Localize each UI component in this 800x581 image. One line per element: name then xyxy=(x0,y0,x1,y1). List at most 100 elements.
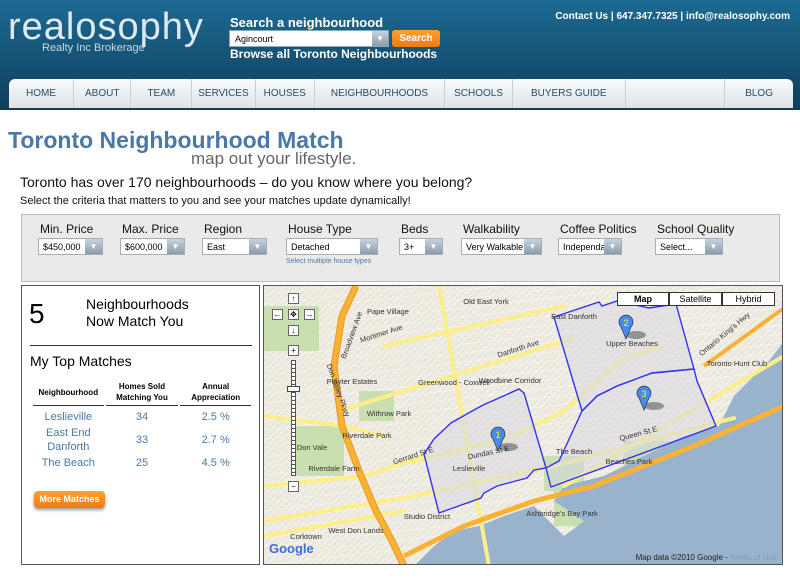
page-subtitle: map out your lifestyle. xyxy=(191,149,357,168)
map-label: Ashbridge's Bay Park xyxy=(526,509,598,518)
max-price-select[interactable]: $600,000 ▼ xyxy=(120,238,185,255)
nav-blog[interactable]: BLOG xyxy=(724,79,793,108)
search-label: Search a neighbourhood xyxy=(230,15,384,30)
column-header: Homes Sold Matching You xyxy=(105,380,179,406)
map-label: Woodbine Corridor xyxy=(479,376,542,385)
search-button[interactable]: Search xyxy=(392,30,440,47)
zoom-slider[interactable] xyxy=(291,360,296,476)
results-panel: 5 Neighbourhoods Now Match You My Top Mat… xyxy=(21,285,260,565)
map-label: Withrow Park xyxy=(367,409,412,418)
filter-walkability: Walkability Very Walkable ▼ xyxy=(461,222,542,255)
select-value: 3+ xyxy=(404,242,415,252)
map-canvas[interactable]: Old East YorkPape VillagePlayter Estates… xyxy=(264,286,783,565)
homes-sold: 34 xyxy=(135,411,149,423)
chevron-down-icon: ▼ xyxy=(167,239,184,254)
nav-schools[interactable]: SCHOOLS xyxy=(445,79,513,108)
pan-right-icon[interactable]: → xyxy=(304,309,315,320)
nav-home[interactable]: HOME xyxy=(9,79,74,108)
select-value: Select... xyxy=(660,242,693,252)
contact-info[interactable]: Contact Us | 647.347.7325 | info@realoso… xyxy=(555,11,790,22)
select-value: $450,000 xyxy=(43,242,81,252)
more-matches-button[interactable]: More Matches xyxy=(34,491,105,508)
filter-coffee-politics: Coffee Politics Independant ▼ xyxy=(558,222,636,255)
chevron-down-icon: ▼ xyxy=(425,239,442,254)
filter-label: Min. Price xyxy=(40,222,94,236)
pan-center-icon[interactable]: ✥ xyxy=(288,309,299,320)
map-type-hybrid[interactable]: Hybrid xyxy=(722,292,775,306)
appreciation: 4.5 % xyxy=(201,457,230,469)
attribution-text: Map data ©2010 Google - xyxy=(635,553,730,562)
neighbourhood-link[interactable]: East End Danforth xyxy=(33,425,104,455)
pan-left-icon[interactable]: ← xyxy=(272,309,283,320)
nav-about[interactable]: ABOUT xyxy=(74,79,132,108)
count-label-line: Now Match You xyxy=(86,313,184,329)
filter-beds: Beds 3+ ▼ xyxy=(399,222,443,255)
homes-sold: 25 xyxy=(135,457,149,469)
chevron-down-icon[interactable]: ▼ xyxy=(372,31,388,46)
terms-link[interactable]: Terms of Use xyxy=(730,553,777,562)
instruction: Select the criteria that matters to you … xyxy=(20,195,411,207)
beds-select[interactable]: 3+ ▼ xyxy=(399,238,443,255)
main-nav: HOME ABOUT TEAM SERVICES HOUSES NEIGHBOU… xyxy=(9,79,793,108)
map-label: Beaches Park xyxy=(606,457,653,466)
select-value: Very Walkable xyxy=(466,242,524,252)
chevron-down-icon: ▼ xyxy=(249,239,266,254)
browse-neighbourhoods-link[interactable]: Browse all Toronto Neighbourhoods xyxy=(230,47,437,61)
map-label: Leslieville xyxy=(453,464,486,473)
neighbourhood-link[interactable]: Leslieville xyxy=(33,406,104,425)
svg-text:2: 2 xyxy=(623,318,628,328)
svg-text:1: 1 xyxy=(495,430,500,440)
nav-buyers-guide[interactable]: BUYERS GUIDE xyxy=(513,79,626,108)
region-select[interactable]: East ▼ xyxy=(202,238,267,255)
table-row: Leslieville 34 2.5 % xyxy=(33,406,251,425)
map-label: Studio District xyxy=(404,512,451,521)
count-label-line: Neighbourhoods xyxy=(86,296,189,312)
map-label: Upper Beaches xyxy=(606,339,658,348)
intro-question: Toronto has over 170 neighbourhoods – do… xyxy=(20,174,473,190)
top-matches-title: My Top Matches xyxy=(30,353,132,369)
filter-label: Walkability xyxy=(463,222,520,236)
map-type-map[interactable]: Map xyxy=(617,292,669,306)
table-row: The Beach 25 4.5 % xyxy=(33,455,251,471)
match-count-label: Neighbourhoods Now Match You xyxy=(86,296,189,330)
map-label: Old East York xyxy=(463,297,509,306)
filter-label: House Type xyxy=(288,222,352,236)
map[interactable]: Old East York Pape Village Playter Estates… xyxy=(263,285,783,565)
filter-region: Region East ▼ xyxy=(202,222,267,255)
svg-text:3: 3 xyxy=(641,389,646,399)
map-label: Toronto Hunt Club xyxy=(707,359,767,368)
filter-max-price: Max. Price $600,000 ▼ xyxy=(120,222,185,255)
min-price-select[interactable]: $450,000 ▼ xyxy=(38,238,103,255)
zoom-out-icon[interactable]: − xyxy=(288,481,299,492)
coffee-politics-select[interactable]: Independant ▼ xyxy=(558,238,622,255)
match-count: 5 xyxy=(29,298,45,329)
map-label: Pape Village xyxy=(367,307,409,316)
school-quality-select[interactable]: Select... ▼ xyxy=(655,238,723,255)
nav-services[interactable]: SERVICES xyxy=(192,79,256,108)
filter-min-price: Min. Price $450,000 ▼ xyxy=(38,222,103,255)
map-attribution: Map data ©2010 Google - Terms of Use xyxy=(636,553,777,562)
zoom-slider-handle[interactable] xyxy=(287,386,300,392)
pan-up-icon[interactable]: ↑ xyxy=(288,293,299,304)
table-row: East End Danforth 33 2.7 % xyxy=(33,425,251,455)
chevron-down-icon: ▼ xyxy=(705,239,722,254)
walkability-select[interactable]: Very Walkable ▼ xyxy=(461,238,542,255)
map-label: East Danforth xyxy=(551,312,597,321)
neighbourhood-link[interactable]: The Beach xyxy=(33,455,104,471)
filter-label: School Quality xyxy=(657,222,735,236)
select-value: $600,000 xyxy=(125,242,163,252)
select-multiple-link[interactable]: Select multiple house types xyxy=(286,258,378,265)
pan-down-icon[interactable]: ↓ xyxy=(288,325,299,336)
nav-houses[interactable]: HOUSES xyxy=(256,79,315,108)
map-label: Riverdale Park xyxy=(342,431,391,440)
zoom-in-icon[interactable]: + xyxy=(288,345,299,356)
filter-house-type: House Type Detached ▼ Select multiple house… xyxy=(286,222,378,265)
nav-neighbourhoods[interactable]: NEIGHBOURHOODS xyxy=(315,79,446,108)
chevron-down-icon: ▼ xyxy=(524,239,541,254)
filter-label: Coffee Politics xyxy=(560,222,637,236)
map-type-satellite[interactable]: Satellite xyxy=(669,292,722,306)
nav-team[interactable]: TEAM xyxy=(131,79,193,108)
house-type-select[interactable]: Detached ▼ xyxy=(286,238,378,255)
neighbourhood-select[interactable]: Agincourt ▼ xyxy=(229,30,389,47)
filter-label: Region xyxy=(204,222,243,236)
